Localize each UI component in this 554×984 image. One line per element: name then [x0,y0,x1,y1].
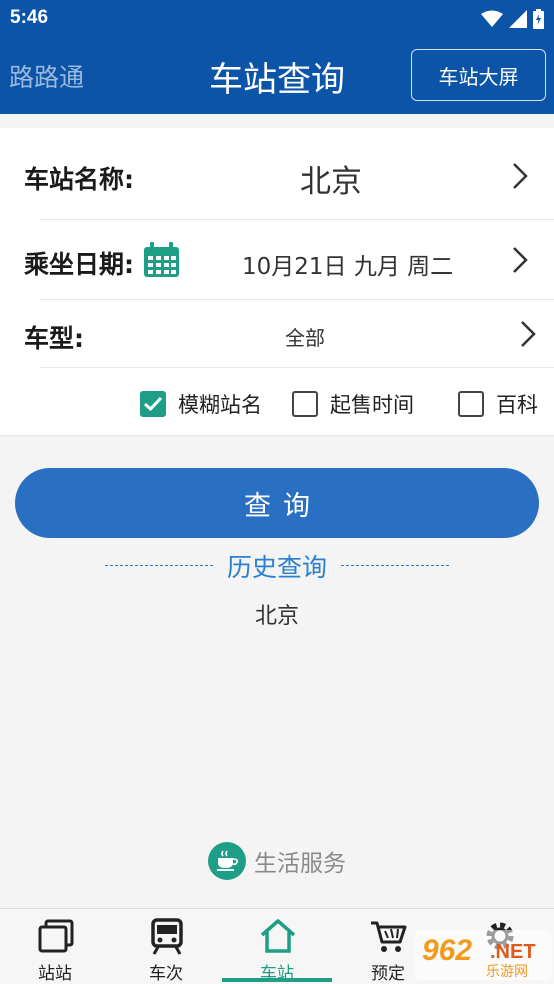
train-type-value: 全部 [285,326,325,350]
date-row[interactable]: 乘坐日期: 10月21日 九月 周二 [0,220,554,300]
cart-icon [371,921,407,952]
chevron-right-icon [521,321,536,347]
nav-item-station-to-station[interactable]: 站站 [0,909,110,984]
coffee-cup-icon [208,842,246,880]
encyclopedia-option[interactable]: 百科 [458,389,538,419]
train-icon [151,918,183,955]
status-bar: 5:46 [0,0,554,38]
status-time: 5:46 [10,7,49,28]
calendar-icon[interactable] [143,242,180,278]
sale-time-label: 起售时间 [330,393,414,417]
svg-text:乐游网: 乐游网 [486,964,528,980]
nav-item-train[interactable]: 车次 [111,909,221,984]
life-service-label: 生活服务 [254,851,346,877]
sale-time-option[interactable]: 起售时间 [292,389,414,419]
wifi-icon [481,10,503,27]
date-label: 乘坐日期: [24,250,134,279]
station-to-station-icon [38,919,74,953]
station-value: 北京 [300,164,362,200]
chevron-right-icon [513,247,528,273]
life-service-link[interactable]: 生活服务 [208,842,346,880]
status-icons [481,9,544,29]
active-tab-indicator [222,978,332,982]
watermark-logo: 962 .NET 乐游网 [414,930,552,980]
signal-icon [509,10,527,28]
date-value: 10月21日 九月 周二 [242,254,454,280]
nav-label: 站站 [38,964,72,984]
fuzzy-station-label: 模糊站名 [178,393,262,417]
encyclopedia-label: 百科 [496,393,538,417]
train-type-row[interactable]: 车型: 全部 [0,300,554,368]
history-item[interactable]: 北京 [0,598,554,630]
station-label: 车站名称: [24,165,134,194]
station-screen-button[interactable]: 车站大屏 [411,49,546,101]
query-form: 车站名称: 北京 乘坐日期: 10月21日 九月 周二 车型: 全部 模糊站名 … [0,128,554,436]
battery-icon [533,9,544,29]
app-bar: 路路通 车站查询 车站大屏 [0,38,554,114]
fuzzy-station-option[interactable]: 模糊站名 [140,389,262,419]
fuzzy-station-checkbox[interactable] [140,391,166,417]
brand-name: 路路通 [9,63,85,92]
row-divider [40,367,554,368]
train-type-label: 车型: [24,324,84,353]
encyclopedia-checkbox[interactable] [458,391,484,417]
sale-time-checkbox[interactable] [292,391,318,417]
query-button[interactable]: 查询 [15,468,539,538]
history-divider-right [341,565,449,566]
nav-label: 车次 [149,964,183,984]
svg-text:.NET: .NET [490,941,536,963]
home-icon [260,919,296,953]
chevron-right-icon [513,163,528,189]
svg-text:962: 962 [422,934,472,967]
checkmark-icon [144,397,162,411]
history-title: 历史查询 [226,553,327,582]
station-row[interactable]: 车站名称: 北京 [0,128,554,220]
nav-item-station[interactable]: 车站 [222,909,332,984]
